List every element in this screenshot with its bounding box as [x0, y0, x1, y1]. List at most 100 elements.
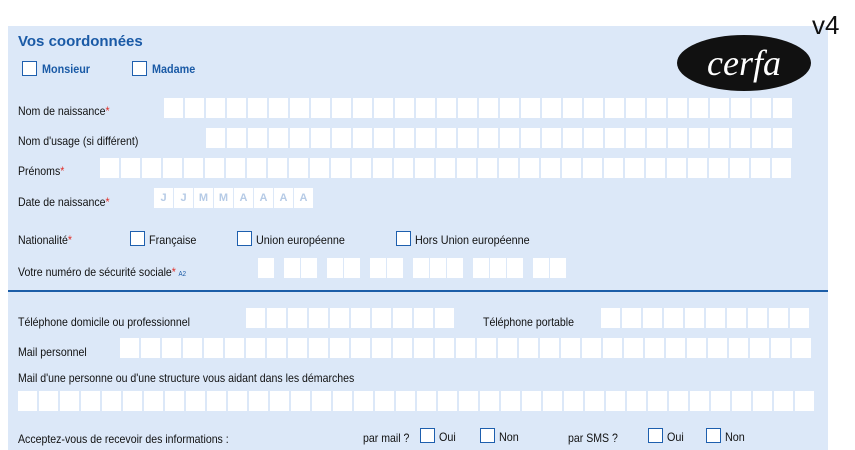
input-cell[interactable] — [374, 128, 393, 148]
input-cell[interactable] — [603, 338, 622, 358]
input-cell[interactable] — [332, 128, 351, 148]
input-cell[interactable] — [246, 338, 265, 358]
input-cell[interactable] — [435, 308, 454, 328]
input-cell[interactable] — [372, 308, 391, 328]
input-cell[interactable] — [183, 338, 202, 358]
input-cell[interactable] — [60, 391, 79, 411]
input-cell[interactable] — [258, 258, 274, 278]
input-cell[interactable] — [500, 98, 519, 118]
input-cell[interactable] — [227, 98, 246, 118]
input-cell[interactable] — [393, 308, 412, 328]
input-cell[interactable] — [563, 128, 582, 148]
input-cell[interactable] — [331, 158, 350, 178]
input-cell[interactable] — [479, 128, 498, 148]
input-cell[interactable] — [246, 308, 265, 328]
ue-checkbox[interactable] — [237, 231, 252, 246]
input-cell[interactable] — [562, 158, 581, 178]
input-cell[interactable] — [332, 98, 351, 118]
input-cell[interactable] — [100, 158, 119, 178]
input-cell[interactable] — [413, 258, 429, 278]
input-cell[interactable] — [561, 338, 580, 358]
input-cell[interactable] — [353, 128, 372, 148]
input-cell[interactable] — [542, 98, 561, 118]
input-cell[interactable] — [458, 98, 477, 118]
input-cell[interactable] — [162, 338, 181, 358]
input-cell[interactable] — [269, 128, 288, 148]
input-cell[interactable] — [311, 98, 330, 118]
input-cell[interactable] — [206, 128, 225, 148]
input-cell[interactable] — [247, 158, 266, 178]
input-cell[interactable] — [685, 308, 704, 328]
input-cell[interactable] — [354, 391, 373, 411]
input-cell[interactable] — [708, 338, 727, 358]
input-cell[interactable] — [689, 98, 708, 118]
tel-domicile-input[interactable] — [246, 308, 454, 328]
input-cell[interactable] — [584, 128, 603, 148]
input-cell[interactable] — [750, 338, 769, 358]
input-cell[interactable] — [415, 158, 434, 178]
input-cell[interactable] — [459, 391, 478, 411]
input-cell[interactable] — [729, 338, 748, 358]
input-cell[interactable] — [710, 98, 729, 118]
input-cell[interactable] — [664, 308, 683, 328]
input-cell[interactable] — [393, 338, 412, 358]
input-cell[interactable] — [227, 128, 246, 148]
input-cell[interactable] — [416, 98, 435, 118]
input-cell[interactable] — [312, 391, 331, 411]
prenoms-input[interactable] — [100, 158, 791, 178]
input-cell[interactable] — [605, 98, 624, 118]
hors-ue-checkbox[interactable] — [396, 231, 411, 246]
input-cell[interactable] — [436, 158, 455, 178]
sms-non-checkbox[interactable] — [706, 428, 721, 443]
input-cell[interactable] — [141, 338, 160, 358]
input-cell[interactable] — [437, 98, 456, 118]
input-cell[interactable] — [330, 338, 349, 358]
input-cell[interactable] — [205, 158, 224, 178]
input-cell[interactable] — [438, 391, 457, 411]
input-cell[interactable] — [473, 258, 489, 278]
input-cell[interactable] — [284, 258, 300, 278]
nom-usage-input[interactable] — [206, 128, 792, 148]
input-cell[interactable] — [267, 308, 286, 328]
input-cell[interactable] — [626, 128, 645, 148]
input-cell[interactable] — [456, 338, 475, 358]
input-cell[interactable] — [773, 98, 792, 118]
francaise-checkbox[interactable] — [130, 231, 145, 246]
input-cell[interactable] — [269, 98, 288, 118]
input-cell[interactable] — [647, 128, 666, 148]
input-cell[interactable] — [370, 258, 386, 278]
input-cell[interactable] — [669, 391, 688, 411]
input-cell[interactable] — [622, 308, 641, 328]
input-cell[interactable] — [248, 98, 267, 118]
input-cell[interactable] — [732, 391, 751, 411]
sms-oui-checkbox[interactable] — [648, 428, 663, 443]
input-cell[interactable] — [585, 391, 604, 411]
input-cell[interactable] — [774, 391, 793, 411]
input-cell[interactable] — [207, 391, 226, 411]
madame-checkbox[interactable] — [132, 61, 147, 76]
input-cell[interactable] — [542, 128, 561, 148]
input-cell[interactable] — [39, 391, 58, 411]
input-cell[interactable] — [204, 338, 223, 358]
input-cell[interactable] — [706, 308, 725, 328]
input-cell[interactable] — [748, 308, 767, 328]
input-cell[interactable] — [372, 338, 391, 358]
input-cell[interactable] — [225, 338, 244, 358]
input-cell[interactable] — [479, 98, 498, 118]
input-cell[interactable] — [185, 98, 204, 118]
input-cell[interactable] — [604, 158, 623, 178]
input-cell[interactable] — [507, 258, 523, 278]
input-cell[interactable] — [541, 158, 560, 178]
monsieur-checkbox[interactable] — [22, 61, 37, 76]
input-cell[interactable] — [414, 338, 433, 358]
input-cell[interactable] — [711, 391, 730, 411]
input-cell[interactable] — [625, 158, 644, 178]
input-cell[interactable] — [416, 128, 435, 148]
input-cell[interactable] — [267, 338, 286, 358]
input-cell[interactable] — [226, 158, 245, 178]
input-cell[interactable] — [689, 128, 708, 148]
input-cell[interactable] — [309, 308, 328, 328]
input-cell[interactable] — [647, 98, 666, 118]
input-cell[interactable] — [668, 128, 687, 148]
input-cell[interactable] — [396, 391, 415, 411]
